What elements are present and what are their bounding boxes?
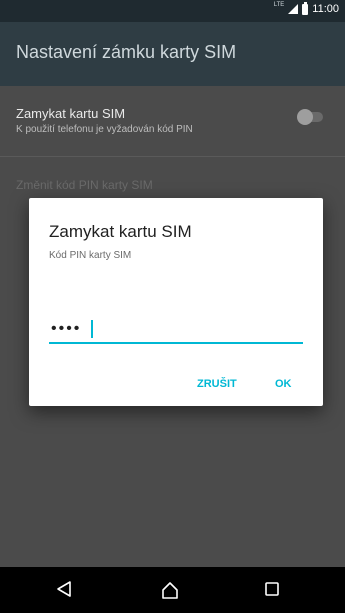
clock: 11:00 [312,3,339,15]
sim-lock-dialog: Zamykat kartu SIM Kód PIN karty SIM ••••… [29,198,323,406]
network-type: LTE [273,2,285,8]
lock-sim-preference[interactable]: Zamykat kartu SIM K použití telefonu je … [16,106,336,135]
divider [0,156,345,157]
pin-input[interactable]: •••• [49,318,303,344]
switch-knob [297,109,313,125]
lock-sim-switch[interactable] [297,109,323,125]
dialog-title: Zamykat kartu SIM [49,222,192,241]
recent-apps-icon[interactable] [263,580,281,603]
status-bar: LTE 11:00 [0,0,345,22]
signal-icon [288,4,299,14]
app-bar: Nastavení zámku karty SIM [0,22,345,86]
dialog-message: Kód PIN karty SIM [49,250,132,261]
status-icons: LTE 11:00 [273,1,339,15]
ok-button[interactable]: OK [275,378,292,390]
back-icon[interactable] [55,580,73,603]
change-pin-preference: Změnit kód PIN karty SIM [16,178,153,192]
lock-sim-title: Zamykat kartu SIM [16,106,126,121]
navigation-bar [0,567,345,613]
page-title: Nastavení zámku karty SIM [16,42,237,62]
battery-icon [302,1,309,15]
pin-underline [49,342,303,344]
text-cursor [91,320,93,338]
home-icon[interactable] [160,580,180,605]
lock-sim-summary: K použití telefonu je vyžadován kód PIN [16,124,193,135]
pin-value: •••• [51,320,82,337]
cancel-button[interactable]: ZRUŠIT [197,378,237,390]
